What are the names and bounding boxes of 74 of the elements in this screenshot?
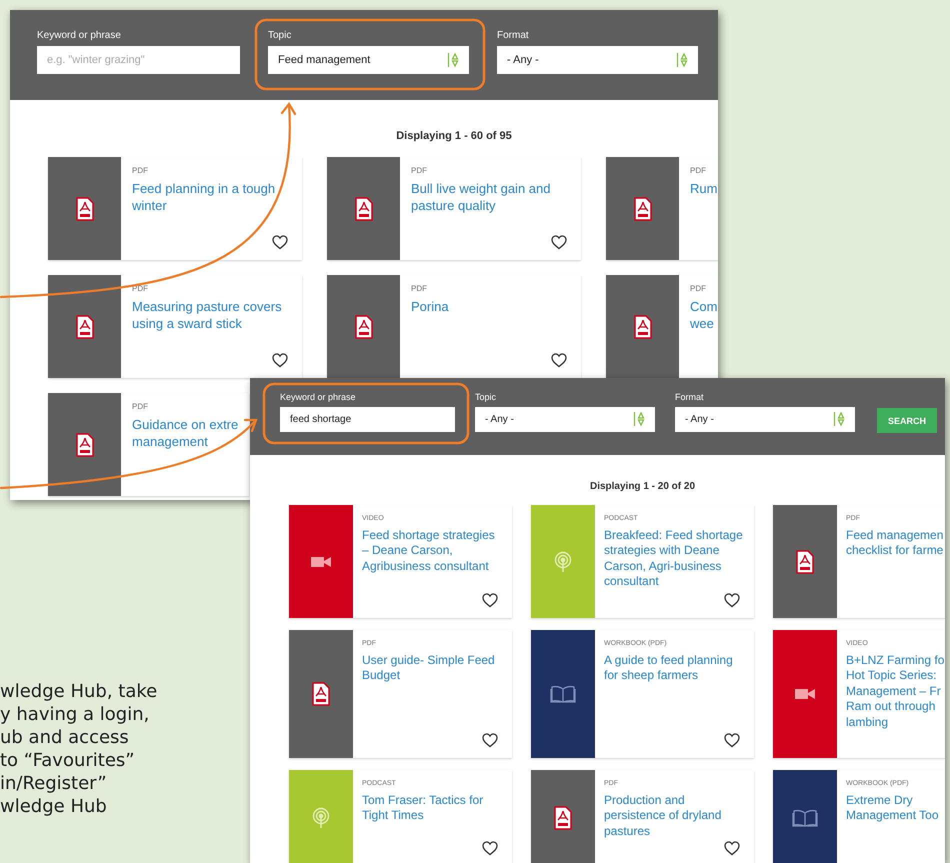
resource-card[interactable]: PDF Porina xyxy=(327,275,581,378)
resource-type: PDF xyxy=(411,167,427,176)
resource-card[interactable]: PDF Feed planning in a tough winter xyxy=(48,157,302,260)
select-arrows-icon xyxy=(633,411,645,428)
results-count: Displaying 1 - 20 of 20 xyxy=(590,481,696,493)
heart-icon[interactable] xyxy=(482,593,498,608)
resource-title-link[interactable]: Production and persistence of dryland pastures xyxy=(604,792,746,840)
resource-title-link[interactable]: Measuring pasture covers using a sward stick xyxy=(132,298,294,333)
resource-title-link[interactable]: Bull live weight gain and pasture quality xyxy=(411,180,573,215)
pdf-file-icon xyxy=(795,550,815,574)
resource-type: PDF xyxy=(132,403,148,412)
dropdown[interactable]: - Any - xyxy=(497,46,698,74)
resource-title-link[interactable]: User guide- Simple Feed Budget xyxy=(362,652,504,684)
resource-title-link[interactable]: Feed shortage strategies – Deane Carson, Agribusiness consultant xyxy=(362,528,504,574)
field-label: Topic xyxy=(268,30,292,42)
pdf-file-icon xyxy=(553,806,573,830)
open-book-icon xyxy=(792,809,818,827)
resource-title-link[interactable]: Breakfeed: Feed shortage strategies with Deane Carson, Agri-business consultant xyxy=(604,528,746,590)
field-label: Topic xyxy=(475,392,498,403)
resource-title-link[interactable]: B+LNZ Farming fo Hot Topic Series: Management – Fr Ram out through lambing xyxy=(846,652,944,731)
heart-icon[interactable] xyxy=(724,841,740,856)
heart-icon[interactable] xyxy=(272,353,288,368)
resource-title-link[interactable]: Tom Fraser: Tactics for Tight Times xyxy=(362,792,504,824)
pdf-file-icon xyxy=(311,682,331,706)
resource-card[interactable]: PDF Com wee xyxy=(606,275,718,378)
video-camera-icon xyxy=(794,687,816,701)
heart-icon[interactable] xyxy=(724,593,740,608)
video-camera-icon xyxy=(310,554,332,568)
resource-type: PDF xyxy=(132,167,148,176)
field-label: Keyword or phrase xyxy=(37,30,122,42)
resource-card[interactable]: PDF Bull live weight gain and pasture quality xyxy=(327,157,581,260)
pdf-file-icon xyxy=(74,314,94,339)
resource-title-link[interactable]: Feed planning in a tough winter xyxy=(132,180,294,215)
results-count: Displaying 1 - 60 of 95 xyxy=(396,130,512,144)
select-arrows-icon xyxy=(447,52,459,68)
field-label: Keyword or phrase xyxy=(280,392,357,403)
heart-icon[interactable] xyxy=(551,235,567,250)
heart-icon[interactable] xyxy=(482,733,498,748)
resource-title-link[interactable]: Com wee xyxy=(690,298,718,333)
resource-title-link[interactable]: A guide to feed planning for sheep farmers xyxy=(604,652,746,684)
podcast-icon xyxy=(554,550,572,572)
resource-title-link[interactable]: Guidance on extre management xyxy=(132,416,238,451)
search-button[interactable]: SEARCH xyxy=(877,408,937,433)
pdf-file-icon xyxy=(632,196,652,221)
pdf-file-icon xyxy=(354,196,374,221)
resource-title-link[interactable]: Porina xyxy=(411,298,449,316)
heart-icon[interactable] xyxy=(482,841,498,856)
dropdown[interactable]: Feed management xyxy=(268,46,469,74)
field-label: Format xyxy=(497,30,530,42)
keyword-field[interactable]: e.g. "winter grazing" xyxy=(37,46,240,74)
keyword-field[interactable]: feed shortage xyxy=(280,406,455,432)
pdf-file-icon xyxy=(74,196,94,221)
resource-title-link[interactable]: Extreme Dry Management Too xyxy=(846,792,939,824)
resource-card[interactable]: PDF Rum xyxy=(606,157,718,260)
resource-type: PDF xyxy=(690,285,706,294)
resource-type: PDF xyxy=(690,167,706,176)
open-book-icon xyxy=(550,685,576,703)
field-label: Format xyxy=(675,392,705,403)
podcast-icon xyxy=(312,807,330,829)
body-text: wledge Hub, take y having a login, ub and access to “Favourites” in/Register” wledge Hub xyxy=(0,680,158,818)
pdf-file-icon xyxy=(74,432,94,457)
heart-icon[interactable] xyxy=(551,353,567,368)
heart-icon[interactable] xyxy=(272,235,288,250)
pdf-file-icon xyxy=(632,314,652,339)
resource-title-link[interactable]: Feed managemen checklist for farme xyxy=(846,528,944,559)
select-arrows-icon xyxy=(833,411,845,428)
resource-title-link[interactable]: Rum xyxy=(690,180,718,198)
dropdown[interactable]: - Any - xyxy=(675,406,855,432)
heart-icon[interactable] xyxy=(724,733,740,748)
dropdown[interactable]: - Any - xyxy=(475,406,655,432)
pdf-file-icon xyxy=(354,314,374,339)
select-arrows-icon xyxy=(676,52,688,68)
resource-type: PDF xyxy=(411,285,427,294)
resource-card[interactable]: PDF Guidance on extre management xyxy=(48,393,249,496)
